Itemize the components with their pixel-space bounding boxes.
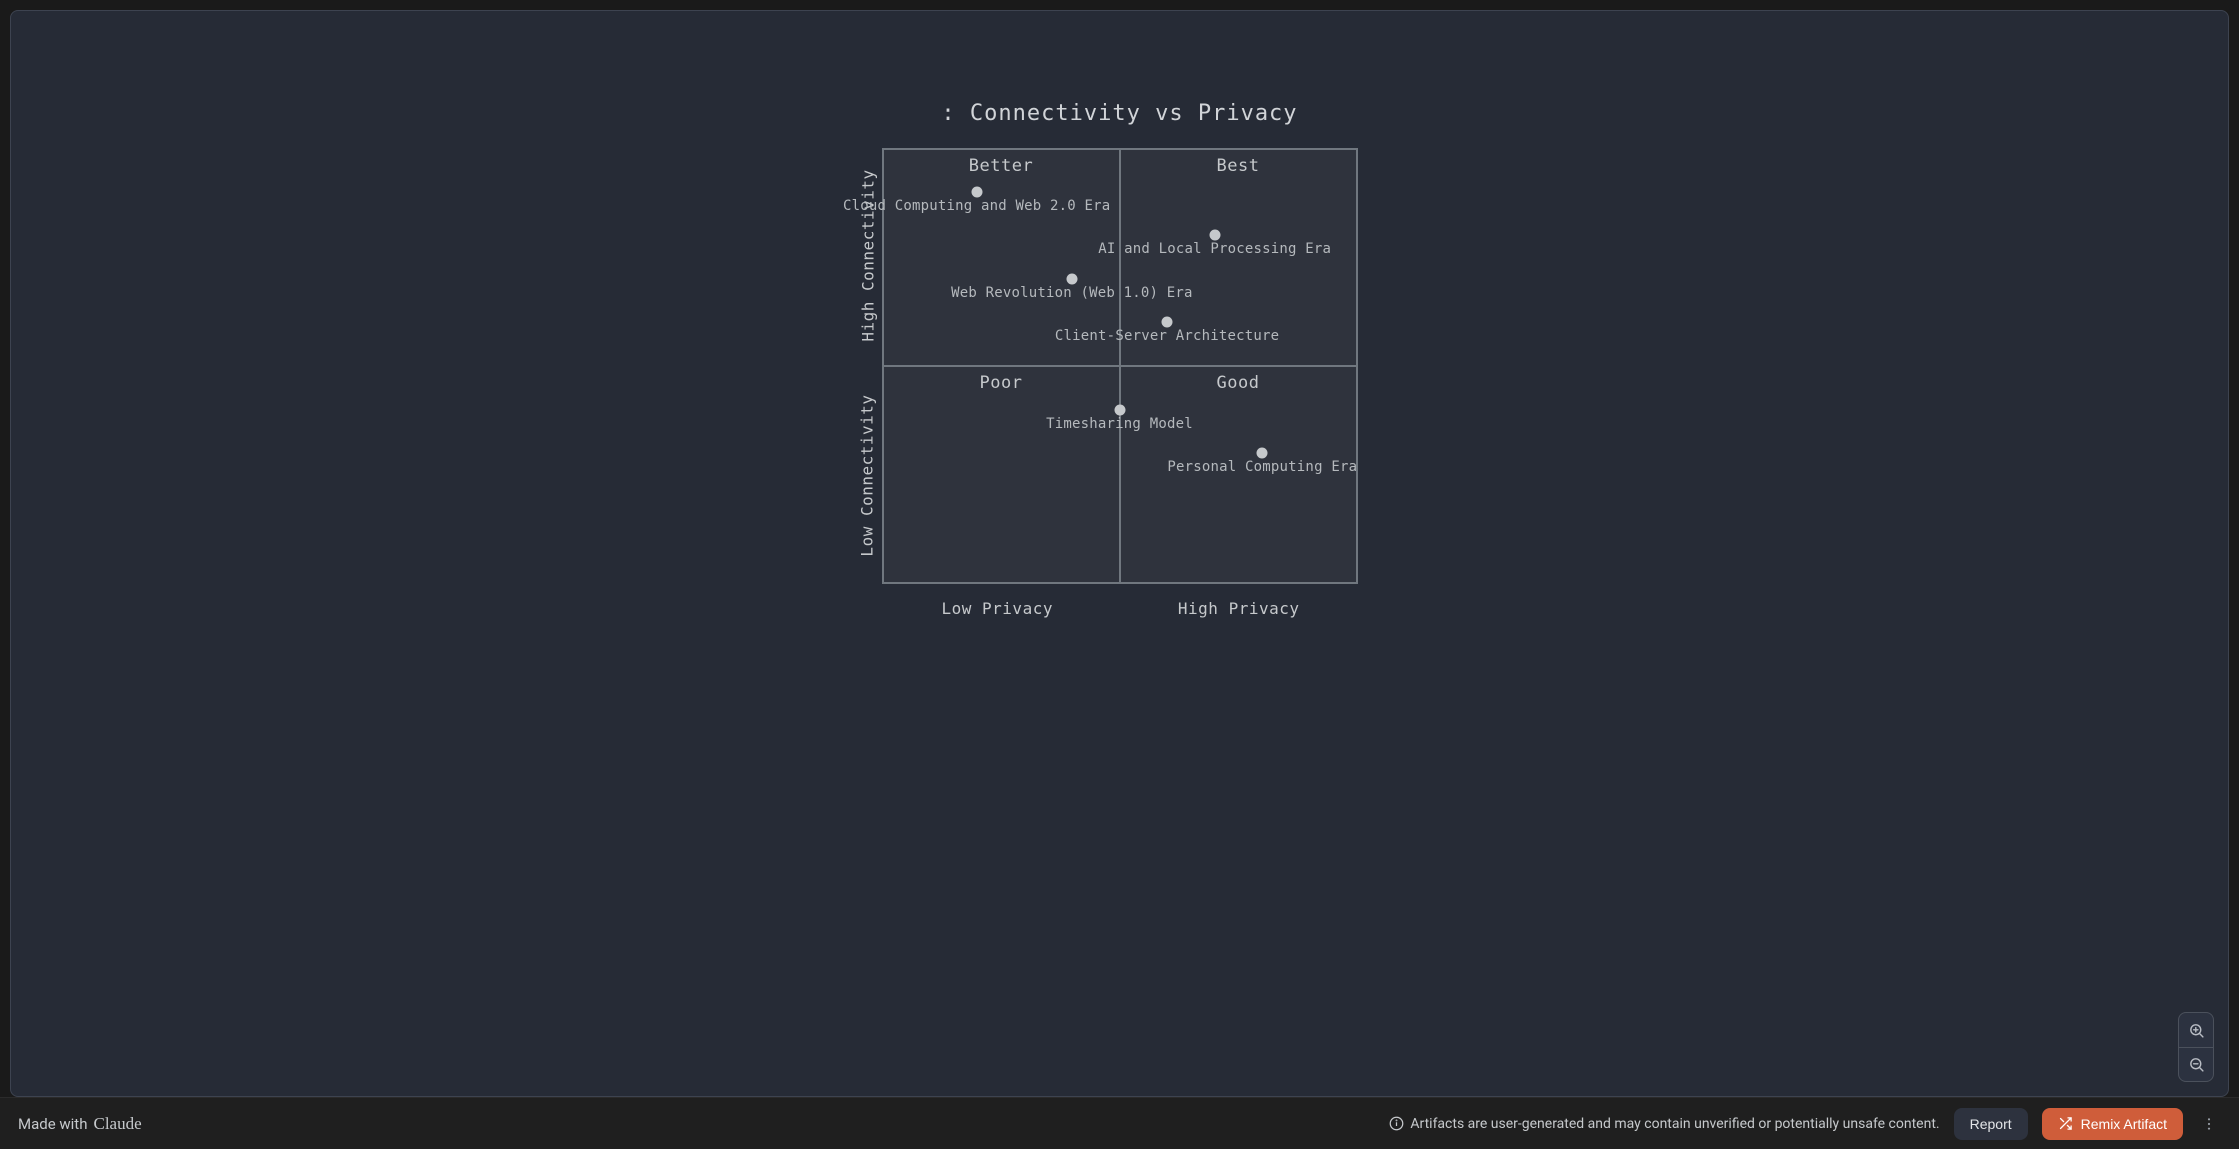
- x-axis-label-high: High Privacy: [1178, 599, 1300, 618]
- quadrant-label: Better: [969, 156, 1033, 176]
- data-point-label: AI and Local Processing Era: [1098, 241, 1331, 257]
- quadrant-chart: : Connectivity vs Privacy High Connectiv…: [882, 101, 1358, 584]
- data-point: [1162, 317, 1173, 328]
- zoom-in-button[interactable]: [2179, 1013, 2213, 1047]
- remix-label: Remix Artifact: [2081, 1116, 2167, 1132]
- zoom-out-button[interactable]: [2179, 1047, 2213, 1081]
- data-point-label: Cloud Computing and Web 2.0 Era: [843, 198, 1111, 214]
- x-axis-label-low: Low Privacy: [942, 599, 1053, 618]
- kebab-icon: [2201, 1116, 2217, 1132]
- more-options-button[interactable]: [2197, 1112, 2221, 1136]
- data-point: [1066, 273, 1077, 284]
- data-point-label: Timesharing Model: [1046, 416, 1193, 432]
- warning-text: Artifacts are user-generated and may con…: [1410, 1116, 1939, 1132]
- data-point-label: Web Revolution (Web 1.0) Era: [951, 285, 1193, 301]
- made-with-claude[interactable]: Made with Claude: [18, 1114, 142, 1134]
- remix-artifact-button[interactable]: Remix Artifact: [2042, 1108, 2183, 1140]
- quadrant-label: Good: [1217, 373, 1260, 393]
- data-point: [1257, 448, 1268, 459]
- data-point: [1209, 230, 1220, 241]
- quadrant-label: Best: [1217, 156, 1260, 176]
- data-point-label: Personal Computing Era: [1167, 459, 1357, 475]
- quadrant-label: Poor: [980, 373, 1023, 393]
- chart-title: : Connectivity vs Privacy: [882, 101, 1358, 126]
- artifact-frame: : Connectivity vs Privacy High Connectiv…: [10, 10, 2229, 1097]
- data-point-label: Client-Server Architecture: [1055, 328, 1279, 344]
- data-point: [971, 186, 982, 197]
- info-icon: [1389, 1116, 1404, 1131]
- made-with-prefix: Made with: [18, 1115, 87, 1133]
- claude-brand: Claude: [93, 1114, 141, 1134]
- y-axis-label-high: High Connectivity: [858, 169, 877, 341]
- footer-bar: Made with Claude Artifacts are user-gene…: [0, 1097, 2239, 1149]
- zoom-controls: [2178, 1012, 2214, 1082]
- zoom-out-icon: [2188, 1056, 2205, 1073]
- data-point: [1114, 404, 1125, 415]
- artifact-warning: Artifacts are user-generated and may con…: [1389, 1116, 1939, 1132]
- zoom-in-icon: [2188, 1022, 2205, 1039]
- report-button[interactable]: Report: [1954, 1108, 2028, 1140]
- y-axis-label-low: Low Connectivity: [857, 394, 876, 556]
- chart-plot-area: High Connectivity Low Connectivity Low P…: [882, 148, 1358, 584]
- shuffle-icon: [2058, 1116, 2073, 1131]
- quadrant-bottom-left: Poor: [883, 366, 1120, 583]
